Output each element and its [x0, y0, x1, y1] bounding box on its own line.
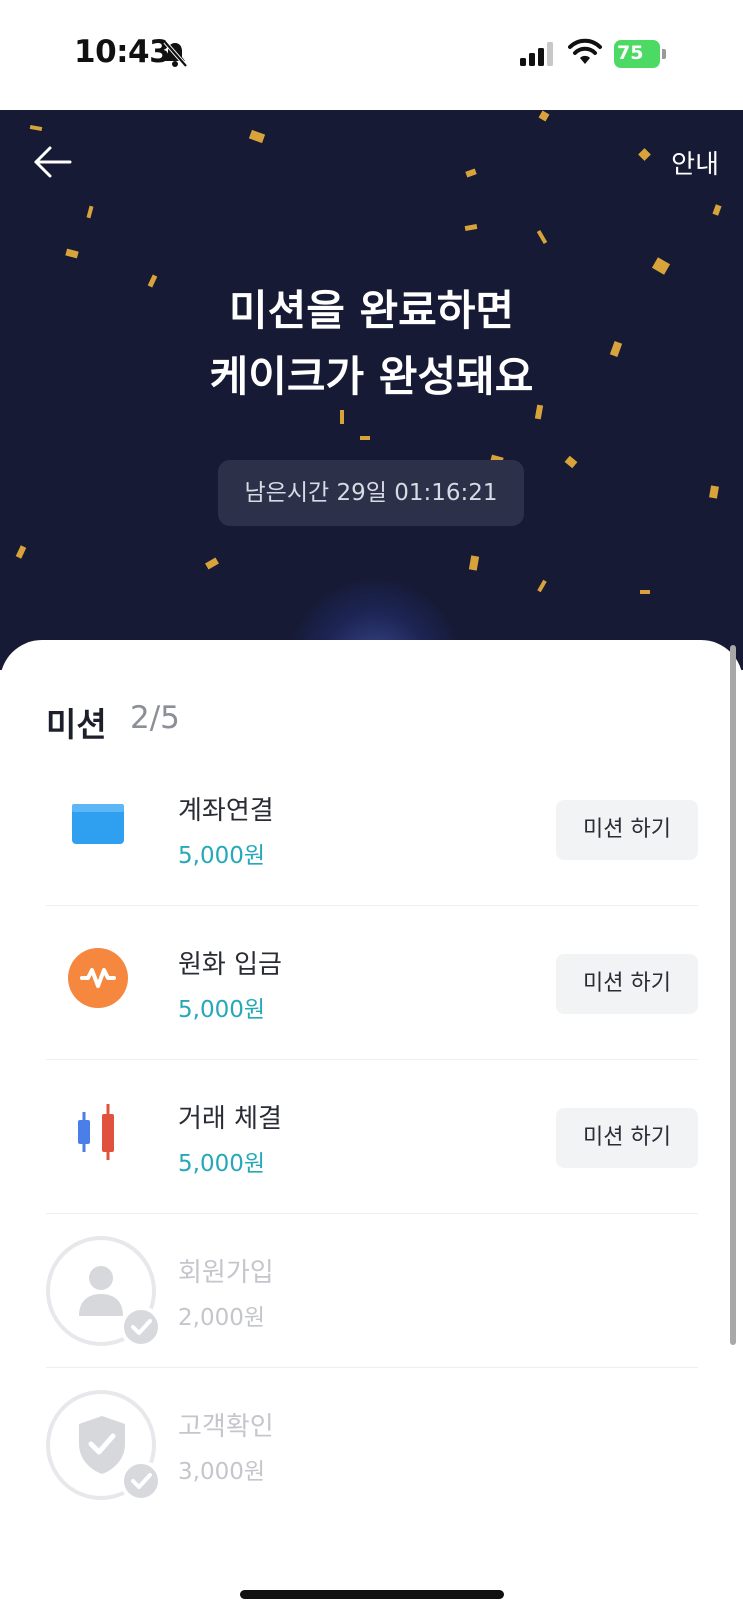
confetti: [340, 410, 344, 424]
mission-item-trade[interactable]: 거래 체결 5,000원 미션 하기: [46, 1060, 698, 1214]
mission-reward: 5,000원: [178, 1151, 266, 1177]
mission-start-button[interactable]: 미션 하기: [556, 800, 698, 860]
mission-reward: 5,000원: [178, 997, 266, 1023]
confetti: [709, 485, 719, 499]
remaining-time-badge: 남은시간 29일 01:16:21: [218, 460, 524, 526]
wifi-icon: [568, 38, 602, 64]
home-indicator[interactable]: [240, 1590, 504, 1599]
hero-title-line1: 미션을 완료하면: [228, 286, 515, 335]
mission-start-button[interactable]: 미션 하기: [556, 954, 698, 1014]
confetti: [205, 557, 219, 570]
mission-name: 원화 입금: [178, 950, 282, 980]
hero-title-line2: 케이크가 완성돼요: [209, 352, 534, 401]
bell-slash-icon: [163, 40, 188, 68]
check-icon: [120, 1306, 162, 1348]
confetti: [640, 590, 650, 594]
mission-item-krw-deposit[interactable]: 원화 입금 5,000원 미션 하기: [46, 906, 698, 1060]
guide-link[interactable]: 안내: [671, 144, 719, 181]
mission-item-account-link[interactable]: 계좌연결 5,000원 미션 하기: [46, 752, 698, 906]
mission-start-button[interactable]: 미션 하기: [556, 1108, 698, 1168]
confetti: [651, 257, 671, 275]
mission-reward: 3,000원: [178, 1459, 266, 1485]
shield-check-icon: [79, 1416, 125, 1474]
missions-progress: 2/5: [130, 700, 180, 736]
mission-name: 거래 체결: [178, 1104, 282, 1134]
confetti: [468, 555, 480, 571]
confetti: [65, 248, 79, 259]
scrollbar[interactable]: [730, 645, 736, 1345]
confetti: [564, 455, 578, 469]
user-icon: [79, 1266, 123, 1316]
confetti: [465, 168, 477, 178]
confetti: [712, 204, 722, 216]
confetti: [464, 223, 478, 232]
status-bar: 10:43 75: [0, 0, 743, 110]
mission-reward: 5,000원: [178, 843, 266, 869]
battery-icon: 75: [614, 40, 666, 68]
hero-banner: 안내 미션을 완료하면 케이크가 완성돼요 남은시간 29일 01:16:21: [0, 110, 743, 670]
check-icon: [120, 1460, 162, 1502]
mission-name: 고객확인: [178, 1412, 274, 1442]
candlestick-icon: [78, 1104, 114, 1160]
mission-item-signup: 회원가입 2,000원: [46, 1214, 698, 1368]
mission-name: 회원가입: [178, 1258, 274, 1288]
card-icon: [72, 804, 124, 844]
confetti: [538, 110, 550, 122]
confetti: [15, 545, 27, 559]
battery-level: 75: [617, 42, 644, 64]
missions-title: 미션: [46, 705, 107, 744]
signal-icon: [520, 42, 553, 66]
confetti: [248, 129, 266, 144]
confetti: [29, 124, 43, 132]
hero-title: 미션을 완료하면 케이크가 완성돼요: [0, 278, 743, 410]
arrow-left-icon[interactable]: [30, 140, 74, 184]
confetti: [638, 148, 651, 161]
confetti: [86, 205, 94, 219]
status-time: 10:43: [74, 34, 171, 70]
mission-reward: 2,000원: [178, 1305, 266, 1331]
confetti: [360, 436, 370, 440]
won-coin-icon: [68, 948, 128, 1008]
mission-name: 계좌연결: [178, 796, 274, 826]
mission-item-kyc: 고객확인 3,000원: [46, 1368, 698, 1522]
missions-sheet: 미션 2/5 계좌연결 5,000원 미션 하기 원화 입금 5,000원 미션…: [0, 640, 743, 1611]
confetti: [537, 579, 547, 593]
confetti: [536, 229, 548, 245]
